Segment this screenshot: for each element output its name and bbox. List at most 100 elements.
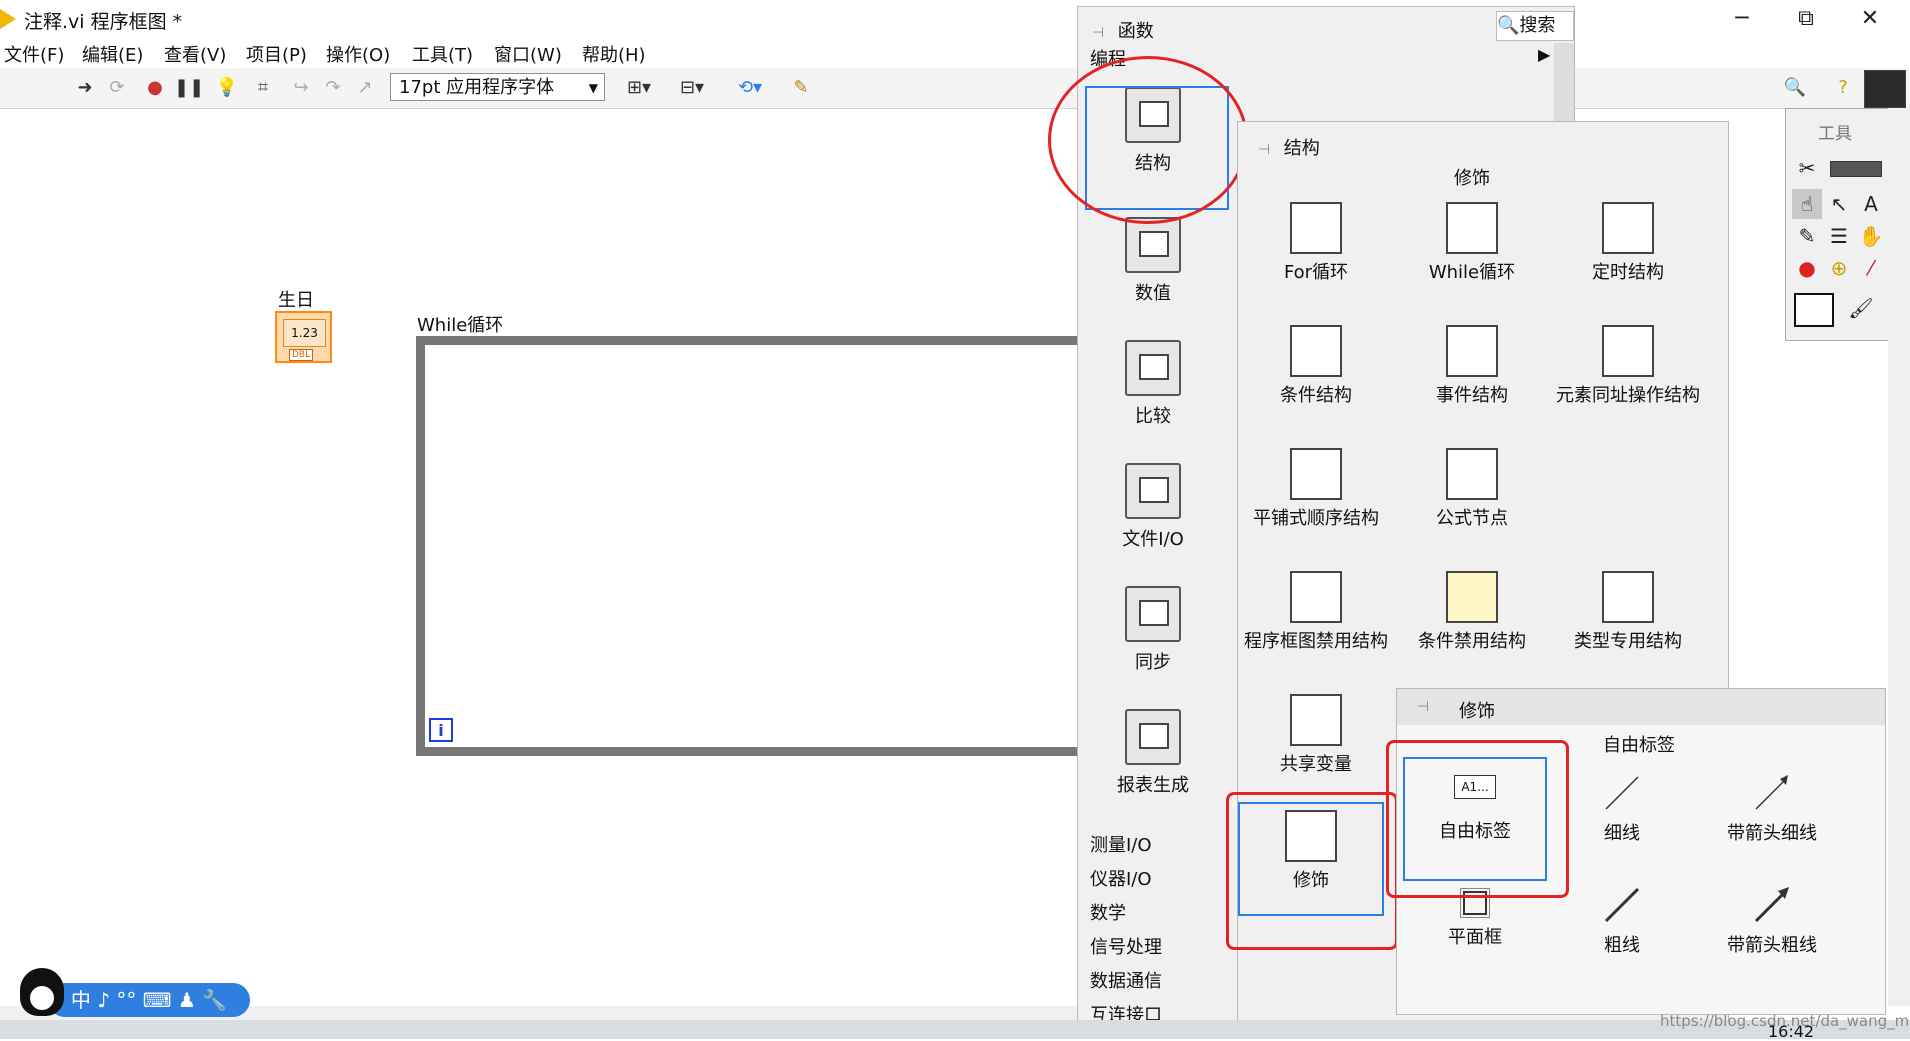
structures-palette-title: 结构 [1283, 138, 1320, 159]
list-item[interactable]: 仪器I/O [1090, 865, 1152, 891]
get-color-tool-icon[interactable]: ⁄ [1856, 253, 1886, 283]
step-into-icon[interactable]: ↪ [288, 76, 314, 100]
auto-tool-icon[interactable]: ✂ [1792, 153, 1822, 183]
category-comparison[interactable]: 比较 [1078, 340, 1228, 428]
decorations-tooltip: 修饰 [1454, 168, 1490, 189]
diagram-disable-item[interactable]: 程序框图禁用结构 [1238, 571, 1394, 655]
thin-arrow-line-icon [1755, 775, 1788, 810]
highlight-box [1226, 792, 1398, 950]
palette-scrollbar[interactable] [1554, 43, 1574, 133]
menu-help[interactable]: 帮助(H) [582, 41, 646, 67]
menu-view[interactable]: 查看(V) [164, 41, 226, 67]
step-over-icon[interactable]: ↷ [320, 76, 346, 100]
operate-tool-icon[interactable]: ☝ [1792, 189, 1822, 219]
probe-tool-icon[interactable]: ⊕ [1824, 253, 1854, 283]
for-loop-item[interactable]: For循环 [1238, 202, 1394, 286]
category-label: 数值 [1135, 283, 1171, 304]
menu-window[interactable]: 窗口(W) [494, 41, 562, 67]
item-label: 元素同址操作结构 [1556, 385, 1700, 406]
case-structure-item[interactable]: 条件结构 [1238, 325, 1394, 409]
align-objects-icon[interactable]: ⊞▾ [622, 76, 656, 100]
list-item[interactable]: 数据通信 [1090, 967, 1162, 993]
abort-icon[interactable]: ● [142, 76, 168, 100]
item-label: 带箭头细线 [1727, 823, 1817, 844]
vertical-scrollbar[interactable] [1888, 108, 1910, 1006]
item-label: 类型专用结构 [1574, 631, 1682, 652]
thick-arrow-line-item[interactable]: 带箭头粗线 [1697, 885, 1847, 959]
font-select[interactable]: 17pt 应用程序字体 ▼ [390, 73, 605, 101]
retain-wire-values-icon[interactable]: ⌗ [250, 76, 276, 100]
diagram-disable-icon [1290, 571, 1342, 623]
formula-node-item[interactable]: 公式节点 [1394, 448, 1550, 532]
pin-icon[interactable]: ⊣ [1417, 699, 1437, 715]
vi-icon [1864, 70, 1906, 108]
minimize-button[interactable]: ─ [1722, 4, 1762, 34]
title-bar: 注释.vi 程序框图 * ─ ⧉ ✕ [0, 0, 1910, 38]
step-out-icon[interactable]: ↗ [352, 76, 378, 100]
category-label: 文件I/O [1122, 529, 1184, 550]
while-loop[interactable] [416, 336, 1096, 756]
search-icon[interactable]: 🔍 [1782, 76, 1808, 100]
category-synchronization[interactable]: 同步 [1078, 586, 1228, 674]
list-item[interactable]: 测量I/O [1090, 831, 1152, 857]
thin-line-item[interactable]: 细线 [1547, 773, 1697, 847]
text-tool-icon[interactable]: A [1856, 189, 1886, 219]
category-file-io[interactable]: 文件I/O [1078, 463, 1228, 551]
list-item[interactable]: 信号处理 [1090, 933, 1162, 959]
search-button[interactable]: 🔍搜索 [1496, 11, 1574, 41]
event-structure-item[interactable]: 事件结构 [1394, 325, 1550, 409]
set-color-tool-icon[interactable] [1794, 293, 1834, 327]
position-tool-icon[interactable]: ↖ [1824, 189, 1854, 219]
menu-operate[interactable]: 操作(O) [326, 41, 390, 67]
item-label: 细线 [1604, 823, 1640, 844]
menu-bar: 文件(F) 编辑(E) 查看(V) 项目(P) 操作(O) 工具(T) 窗口(W… [0, 38, 1910, 68]
help-icon[interactable]: ? [1830, 76, 1856, 100]
free-label-tooltip: 自由标签 [1603, 735, 1675, 756]
thin-line-icon [1605, 776, 1639, 810]
type-specialization-item[interactable]: 类型专用结构 [1550, 571, 1706, 655]
category-numeric[interactable]: 数值 [1078, 217, 1228, 305]
search-icon: 🔍 [1497, 15, 1520, 36]
expand-arrow-icon[interactable]: ▶ [1538, 45, 1550, 64]
decorations-palette-header: ⊣ 修饰 [1397, 689, 1885, 725]
flat-sequence-item[interactable]: 平铺式顺序结构 [1238, 448, 1394, 532]
category-report-generation[interactable]: 报表生成 [1078, 709, 1228, 797]
shared-variable-item[interactable]: 共享变量 [1238, 694, 1394, 778]
menu-project[interactable]: 项目(P) [246, 41, 307, 67]
numeric-constant[interactable]: 1.23 DBL [275, 311, 332, 363]
menu-file[interactable]: 文件(F) [4, 41, 64, 67]
highlight-execution-icon[interactable]: 💡 [214, 76, 240, 100]
pause-icon[interactable]: ❚❚ [174, 76, 204, 100]
maximize-button[interactable]: ⧉ [1786, 4, 1826, 34]
iteration-terminal[interactable]: i [429, 718, 453, 742]
shortcut-menu-tool-icon[interactable]: ☰ [1824, 221, 1854, 251]
timed-structure-item[interactable]: 定时结构 [1550, 202, 1706, 286]
pin-icon[interactable]: ⊣ [1092, 25, 1112, 41]
conditional-disable-item[interactable]: 条件禁用结构 [1394, 571, 1550, 655]
close-button[interactable]: ✕ [1850, 4, 1890, 34]
run-continuously-icon[interactable]: ⟳ [104, 76, 130, 100]
wiring-tool-icon[interactable]: ✎ [1792, 221, 1822, 251]
tools-palette: 工具 ✂ ☝ ↖ A ✎ ☰ ✋ ● ⊕ ⁄ 🖌 [1785, 108, 1889, 341]
list-item[interactable]: 数学 [1090, 899, 1126, 925]
run-icon[interactable]: ➜ [72, 76, 98, 100]
thin-arrow-line-item[interactable]: 带箭头细线 [1697, 773, 1847, 847]
while-loop-item[interactable]: While循环 [1394, 202, 1550, 286]
pin-icon[interactable]: ⊣ [1258, 142, 1278, 158]
qq-penguin-icon[interactable] [20, 968, 64, 1016]
clean-up-diagram-icon[interactable]: ✎ [788, 76, 814, 100]
menu-edit[interactable]: 编辑(E) [82, 41, 143, 67]
distribute-objects-icon[interactable]: ⊟▾ [675, 76, 709, 100]
item-label: 公式节点 [1436, 508, 1508, 529]
brush-icon[interactable]: 🖌 [1846, 293, 1876, 323]
constant-type: DBL [289, 349, 314, 361]
ime-toolbar[interactable]: 中 ♪ °° ⌨ ♟ 🔧 [48, 983, 250, 1017]
breakpoint-tool-icon[interactable]: ● [1792, 253, 1822, 283]
reorder-icon[interactable]: ⟲▾ [730, 76, 770, 100]
scroll-tool-icon[interactable]: ✋ [1856, 221, 1886, 251]
menu-tools[interactable]: 工具(T) [412, 41, 473, 67]
auto-tool-indicator[interactable] [1830, 161, 1882, 177]
type-specialization-icon [1602, 571, 1654, 623]
in-place-element-item[interactable]: 元素同址操作结构 [1550, 325, 1706, 409]
thick-line-item[interactable]: 粗线 [1547, 885, 1697, 959]
